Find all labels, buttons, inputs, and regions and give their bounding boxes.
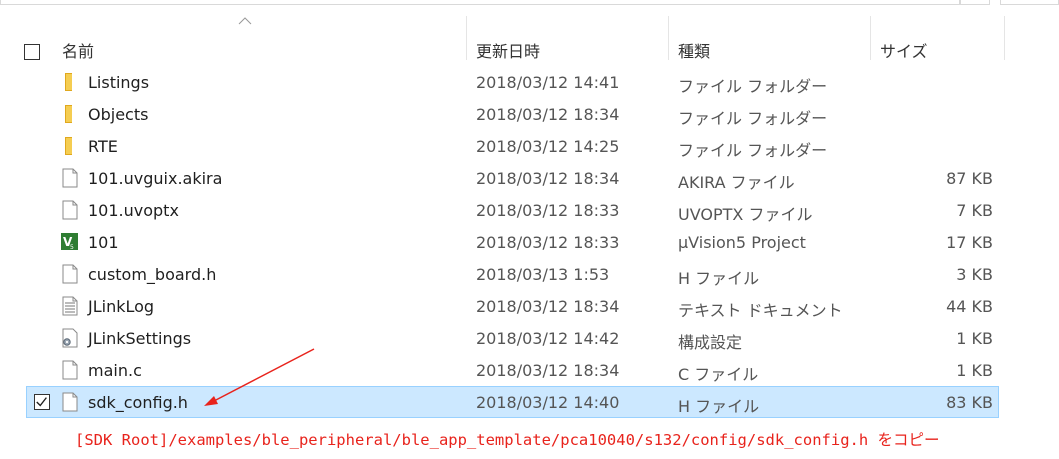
address-bar-edge — [0, 0, 960, 5]
top-toolbar-edge — [0, 0, 1059, 16]
file-size: 7 KB — [956, 201, 993, 220]
column-header: 名前 更新日時 種類 サイズ — [0, 16, 1059, 62]
file-modified-date: 2018/03/12 18:33 — [476, 233, 620, 252]
file-type: 構成設定 — [678, 333, 743, 352]
file-type: C ファイル — [678, 365, 759, 384]
file-name: 101.uvguix.akira — [88, 169, 223, 188]
file-modified-date: 2018/03/12 18:34 — [476, 105, 620, 124]
file-name: custom_board.h — [88, 265, 217, 284]
select-all-checkbox[interactable] — [24, 44, 40, 60]
settings-file-icon — [61, 328, 79, 348]
file-type: H ファイル — [678, 269, 760, 288]
file-name: 101.uvoptx — [88, 201, 179, 220]
row-checkbox-checked[interactable] — [34, 394, 50, 410]
file-row[interactable]: Listings 2018/03/12 14:41 ファイル フォルダー — [0, 66, 1059, 98]
file-name: sdk_config.h — [88, 393, 188, 412]
file-row[interactable]: Objects 2018/03/12 18:34 ファイル フォルダー — [0, 98, 1059, 130]
file-size: 44 KB — [946, 297, 993, 316]
file-size: 3 KB — [956, 265, 993, 284]
file-icon — [61, 200, 79, 220]
file-icon — [61, 392, 79, 412]
file-row[interactable]: main.c 2018/03/12 18:34 C ファイル 1 KB — [0, 354, 1059, 386]
file-type: UVOPTX ファイル — [678, 205, 813, 224]
file-modified-date: 2018/03/12 14:25 — [476, 137, 620, 156]
file-type: テキスト ドキュメント — [678, 301, 843, 320]
column-header-size[interactable]: サイズ — [880, 38, 928, 62]
file-type: µVision5 Project — [678, 233, 806, 252]
column-divider[interactable] — [1004, 16, 1005, 60]
file-modified-date: 2018/03/12 14:42 — [476, 329, 620, 348]
column-divider[interactable] — [668, 16, 669, 60]
text-document-icon — [61, 296, 79, 316]
file-type: ファイル フォルダー — [678, 77, 828, 96]
file-modified-date: 2018/03/13 1:53 — [476, 265, 610, 284]
file-name: Objects — [88, 105, 149, 124]
file-type: AKIRA ファイル — [678, 173, 795, 192]
file-size: 1 KB — [956, 329, 993, 348]
file-row[interactable]: JLinkSettings 2018/03/12 14:42 構成設定 1 KB — [0, 322, 1059, 354]
file-row[interactable]: V 5 101 2018/03/12 18:33 µVision5 Project 17 … — [0, 226, 1059, 258]
search-box-edge — [1000, 0, 1059, 5]
file-size: 17 KB — [946, 233, 993, 252]
checkmark-icon — [36, 397, 47, 407]
copy-instruction-annotation: [SDK Root]/examples/ble_peripheral/ble_a… — [75, 431, 940, 449]
column-header-type[interactable]: 種類 — [678, 38, 710, 62]
svg-text:5: 5 — [70, 244, 74, 251]
file-name: 101 — [88, 233, 119, 252]
file-type: ファイル フォルダー — [678, 141, 828, 160]
file-type: ファイル フォルダー — [678, 109, 828, 128]
column-header-name[interactable]: 名前 — [62, 38, 94, 62]
file-size: 1 KB — [956, 361, 993, 380]
file-row[interactable]: sdk_config.h 2018/03/12 14:40 H ファイル 83 KB — [0, 386, 1059, 418]
column-header-date[interactable]: 更新日時 — [476, 38, 540, 62]
file-type: H ファイル — [678, 397, 760, 416]
file-name: RTE — [88, 137, 118, 156]
dropdown-edge — [960, 0, 990, 5]
folder-icon — [61, 72, 79, 92]
file-name: JLinkLog — [88, 297, 155, 316]
file-modified-date: 2018/03/12 18:33 — [476, 201, 620, 220]
file-modified-date: 2018/03/12 14:41 — [476, 73, 620, 92]
file-icon — [61, 360, 79, 380]
file-icon — [61, 168, 79, 188]
file-name: main.c — [88, 361, 142, 380]
column-divider[interactable] — [870, 16, 871, 60]
file-name: JLinkSettings — [88, 329, 192, 348]
file-row[interactable]: 101.uvoptx 2018/03/12 18:33 UVOPTX ファイル 7 K… — [0, 194, 1059, 226]
folder-icon — [61, 104, 79, 124]
file-size: 83 KB — [946, 393, 993, 412]
folder-icon — [61, 136, 79, 156]
file-modified-date: 2018/03/12 18:34 — [476, 169, 620, 188]
sort-ascending-icon — [238, 17, 252, 25]
file-row[interactable]: JLinkLog 2018/03/12 18:34 テキスト ドキュメント 44 KB — [0, 290, 1059, 322]
file-modified-date: 2018/03/12 14:40 — [476, 393, 620, 412]
uvision-project-icon: V5 — [61, 232, 79, 252]
file-row[interactable]: 101.uvguix.akira 2018/03/12 18:34 AKIRA ファ… — [0, 162, 1059, 194]
file-size: 87 KB — [946, 169, 993, 188]
column-divider[interactable] — [466, 16, 467, 60]
file-row[interactable]: custom_board.h 2018/03/13 1:53 H ファイル 3 KB — [0, 258, 1059, 290]
file-row[interactable]: RTE 2018/03/12 14:25 ファイル フォルダー — [0, 130, 1059, 162]
file-icon — [61, 264, 79, 284]
file-modified-date: 2018/03/12 18:34 — [476, 297, 620, 316]
file-modified-date: 2018/03/12 18:34 — [476, 361, 620, 380]
file-name: Listings — [88, 73, 150, 92]
